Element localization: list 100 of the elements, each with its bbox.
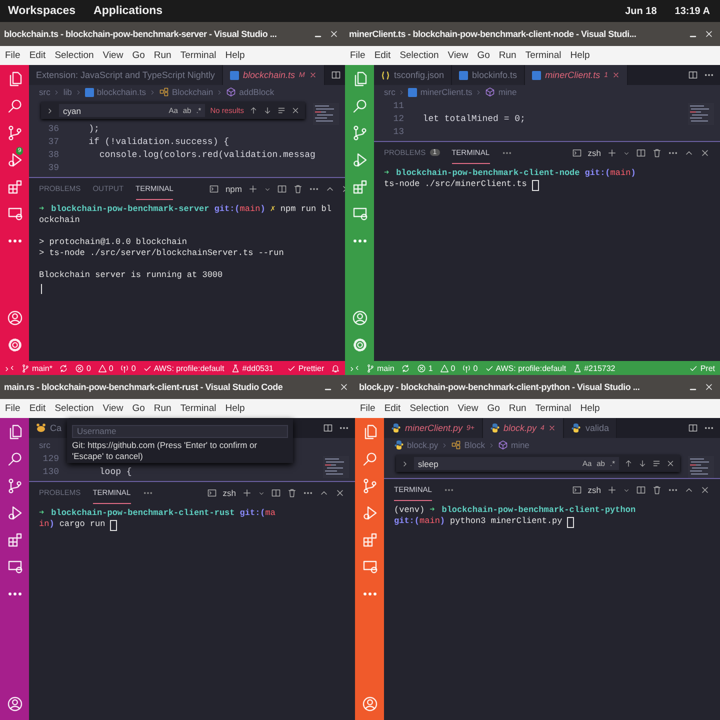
chevron-right-icon[interactable] [401,460,409,468]
branch-icon[interactable] [21,364,30,372]
clock-date[interactable]: Jun 18 [625,6,657,16]
menu-item[interactable]: View [458,403,478,414]
selection-icon[interactable] [277,106,286,115]
run-debug-icon[interactable] [352,152,368,168]
plus-icon[interactable] [248,184,258,194]
menu-item[interactable]: Edit [384,403,401,414]
chevron-right-icon[interactable] [46,106,54,114]
source-control-icon[interactable] [6,125,22,141]
selection-icon[interactable] [652,459,661,468]
shell-name[interactable]: zsh [222,488,236,498]
editor-tab[interactable]: valida [564,418,617,438]
chevron-down-icon[interactable] [623,150,630,156]
menu-item[interactable]: Help [580,403,600,414]
editor-tab[interactable]: Extension: JavaScript and TypeScript Nightly [29,65,223,85]
split-icon[interactable] [277,184,287,194]
account-icon[interactable] [6,696,22,712]
terminal-icon[interactable] [206,488,217,498]
antenna-icon[interactable] [120,364,130,372]
status-item[interactable]: 0 [108,364,114,372]
terminal-icon[interactable] [572,148,582,158]
menu-item[interactable]: File [5,50,20,61]
close-icon[interactable] [291,106,300,115]
split-icon[interactable] [330,70,341,80]
close-icon[interactable] [700,485,710,495]
search-icon[interactable] [6,98,22,114]
menu-item[interactable]: Selection [54,50,94,61]
remote-explorer-icon[interactable] [362,559,378,575]
menu-item[interactable]: Help [225,50,245,61]
remote-icon[interactable] [5,364,14,372]
trash-icon[interactable] [652,148,662,158]
menu-item[interactable]: Selection [410,403,449,414]
trash-icon[interactable] [652,485,662,495]
editor-tab[interactable]: tsconfig.json [374,65,452,85]
terminal-icon[interactable] [209,184,220,194]
plus-icon[interactable] [607,148,617,158]
arrow-up-icon[interactable] [624,459,633,468]
menu-item[interactable]: Terminal [180,403,216,414]
menu-item[interactable]: Run [154,50,172,61]
top-menu[interactable]: Workspaces [8,5,76,17]
close-icon[interactable] [548,424,556,432]
menu-item[interactable]: File [360,403,376,414]
close-icon[interactable] [700,148,710,158]
top-menu[interactable]: Applications [94,5,163,17]
extensions-icon[interactable] [6,179,22,195]
trash-icon[interactable] [287,488,297,498]
split-icon[interactable] [271,488,281,498]
menu-item[interactable]: Go [487,403,500,414]
close-icon[interactable] [335,488,345,498]
menu-item[interactable]: Help [225,403,245,414]
source-control-icon[interactable] [362,478,378,494]
chevron-down-icon[interactable] [258,490,265,496]
account-icon[interactable] [362,696,378,712]
split-icon[interactable] [688,70,698,80]
flask-icon[interactable] [231,364,240,372]
source-control-icon[interactable] [352,125,368,141]
chevron-down-icon[interactable] [623,486,630,494]
menu-item[interactable]: File [350,50,366,61]
remote-explorer-icon[interactable] [6,206,22,222]
error-icon[interactable] [417,364,426,372]
close-icon[interactable] [308,71,317,79]
close-icon[interactable] [666,459,675,468]
status-item[interactable]: 0 [86,364,91,372]
search-icon[interactable] [6,451,22,467]
status-item[interactable]: main* [32,364,52,372]
editor-tab[interactable]: blockinfo.ts [452,65,526,85]
plus-icon[interactable] [607,485,617,495]
menu-item[interactable]: File [5,403,20,414]
source-control-icon[interactable] [6,478,22,494]
split-icon[interactable] [636,148,646,158]
clock-time[interactable]: 13:19 A [674,6,710,16]
menu-item[interactable]: Terminal [525,50,562,61]
shell-name[interactable]: zsh [588,148,601,158]
menu-item[interactable]: Run [498,50,516,61]
error-icon[interactable] [75,364,84,372]
extensions-icon[interactable] [6,532,22,548]
menu-item[interactable]: Terminal [180,50,216,61]
status-item[interactable]: 0 [131,364,136,372]
terminal-icon[interactable] [572,485,582,495]
menu-item[interactable]: Edit [29,50,46,61]
menu-item[interactable]: Selection [400,50,439,61]
settings-icon[interactable] [6,337,22,353]
menu-item[interactable]: View [102,403,124,414]
warning-icon[interactable] [440,364,449,372]
plus-icon[interactable] [242,488,252,498]
chevron-down-icon[interactable] [264,186,271,192]
status-item[interactable]: Prettier [298,364,324,372]
shell-name[interactable]: npm [225,184,242,194]
check-icon[interactable] [689,364,698,372]
close-icon[interactable] [704,382,714,392]
check-icon[interactable] [142,364,152,372]
close-icon[interactable] [329,29,339,39]
account-icon[interactable] [352,310,368,326]
warning-icon[interactable] [98,364,107,372]
username-field[interactable]: Username [72,424,288,438]
menu-item[interactable]: Help [570,50,590,61]
run-debug-icon[interactable] [6,505,22,521]
arrow-up-icon[interactable] [249,106,258,115]
search-icon[interactable] [352,98,368,114]
